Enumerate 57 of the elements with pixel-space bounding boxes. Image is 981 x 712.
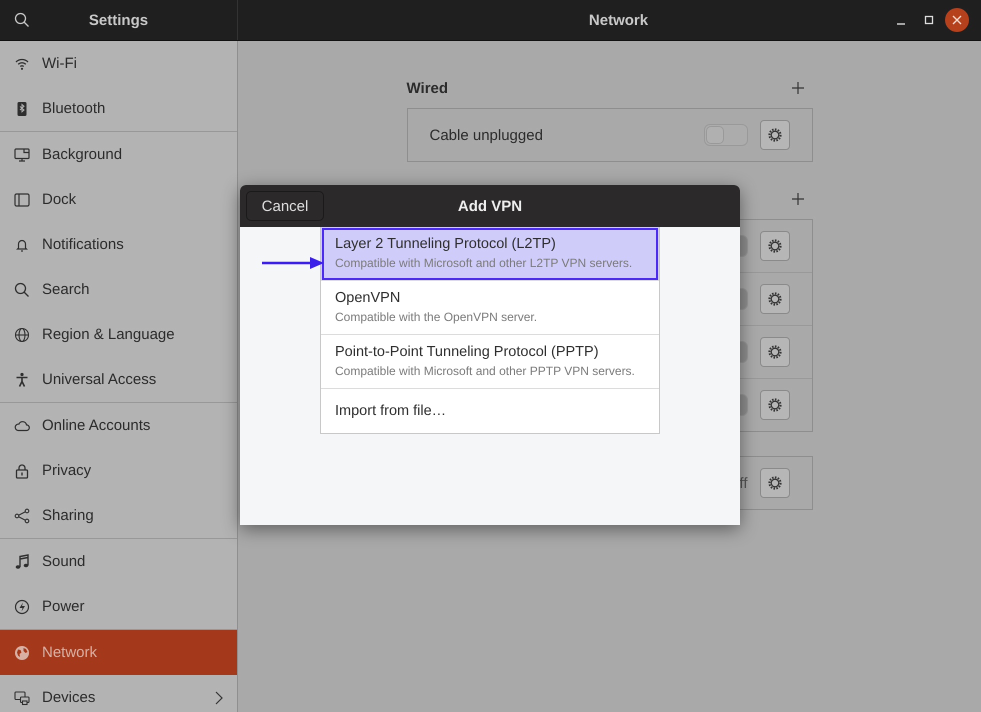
section-title: Wired [406,80,450,96]
globe-icon [14,326,30,342]
cancel-button[interactable]: Cancel [246,191,324,221]
sidebar-item[interactable]: Region & Language [0,312,237,357]
gear-icon [766,397,782,413]
sidebar-item[interactable]: Network [0,630,237,675]
sidebar-item[interactable]: Notifications [0,222,237,267]
vpn-option[interactable]: Import from file… [321,389,659,433]
gear-icon [766,291,782,307]
vpn-option[interactable]: Point-to-Point Tunneling Protocol (PPTP) Compatible with Microsoft and other PPTP VPN servers. [321,335,659,389]
dock-icon [14,192,30,208]
status-text: ff [739,474,748,492]
globe-icon [14,644,30,660]
sidebar-item[interactable]: Background [0,132,237,177]
gear-icon [766,127,782,143]
dialog-title: Add VPN [458,198,522,214]
sidebar-item[interactable]: Sharing [0,493,237,538]
settings-button[interactable] [760,231,790,261]
vpn-option[interactable]: OpenVPN Compatible with the OpenVPN server. [321,281,659,335]
minimize-icon [896,23,906,25]
settings-button[interactable] [760,390,790,420]
printer-icon [14,690,30,706]
gear-icon [766,238,782,254]
search-icon[interactable] [14,12,30,28]
close-button[interactable] [945,8,969,32]
vpn-option[interactable]: Layer 2 Tunneling Protocol (L2TP) Compatible with Microsoft and other L2TP VPN servers. [321,227,659,281]
sidebar-item[interactable]: Universal Access [0,357,237,402]
music-note-icon [14,554,30,570]
settings-button[interactable] [760,468,790,498]
connection-label: Cable unplugged [430,126,544,144]
sidebar-item[interactable]: Sound [0,539,237,584]
sidebar-item[interactable]: Wi-Fi [0,41,237,86]
gear-icon [766,475,782,491]
gear-icon [766,344,782,360]
share-icon [14,508,30,524]
arrow-icon [262,256,324,270]
search-icon [14,282,30,298]
settings-button[interactable] [760,284,790,314]
lock-icon [14,462,30,478]
sidebar-item[interactable]: Bluetooth [0,86,237,131]
close-icon [952,15,962,25]
accessibility-icon [14,372,30,388]
sidebar-item[interactable]: Devices [0,675,237,712]
sidebar-title: Settings [88,12,150,28]
settings-button[interactable] [760,120,790,150]
sidebar-item[interactable]: Search [0,267,237,312]
settings-button[interactable] [760,337,790,367]
monitor-icon [14,146,30,162]
window-title: Network [588,12,650,28]
sidebar-item[interactable]: Power [0,584,237,629]
maximize-icon [924,15,934,25]
add-icon[interactable] [790,81,804,95]
sidebar-item[interactable]: Dock [0,177,237,222]
sidebar-item[interactable]: Privacy [0,448,237,493]
power-icon [14,598,30,614]
add-icon[interactable] [790,192,804,206]
sidebar-item[interactable]: Online Accounts [0,403,237,448]
